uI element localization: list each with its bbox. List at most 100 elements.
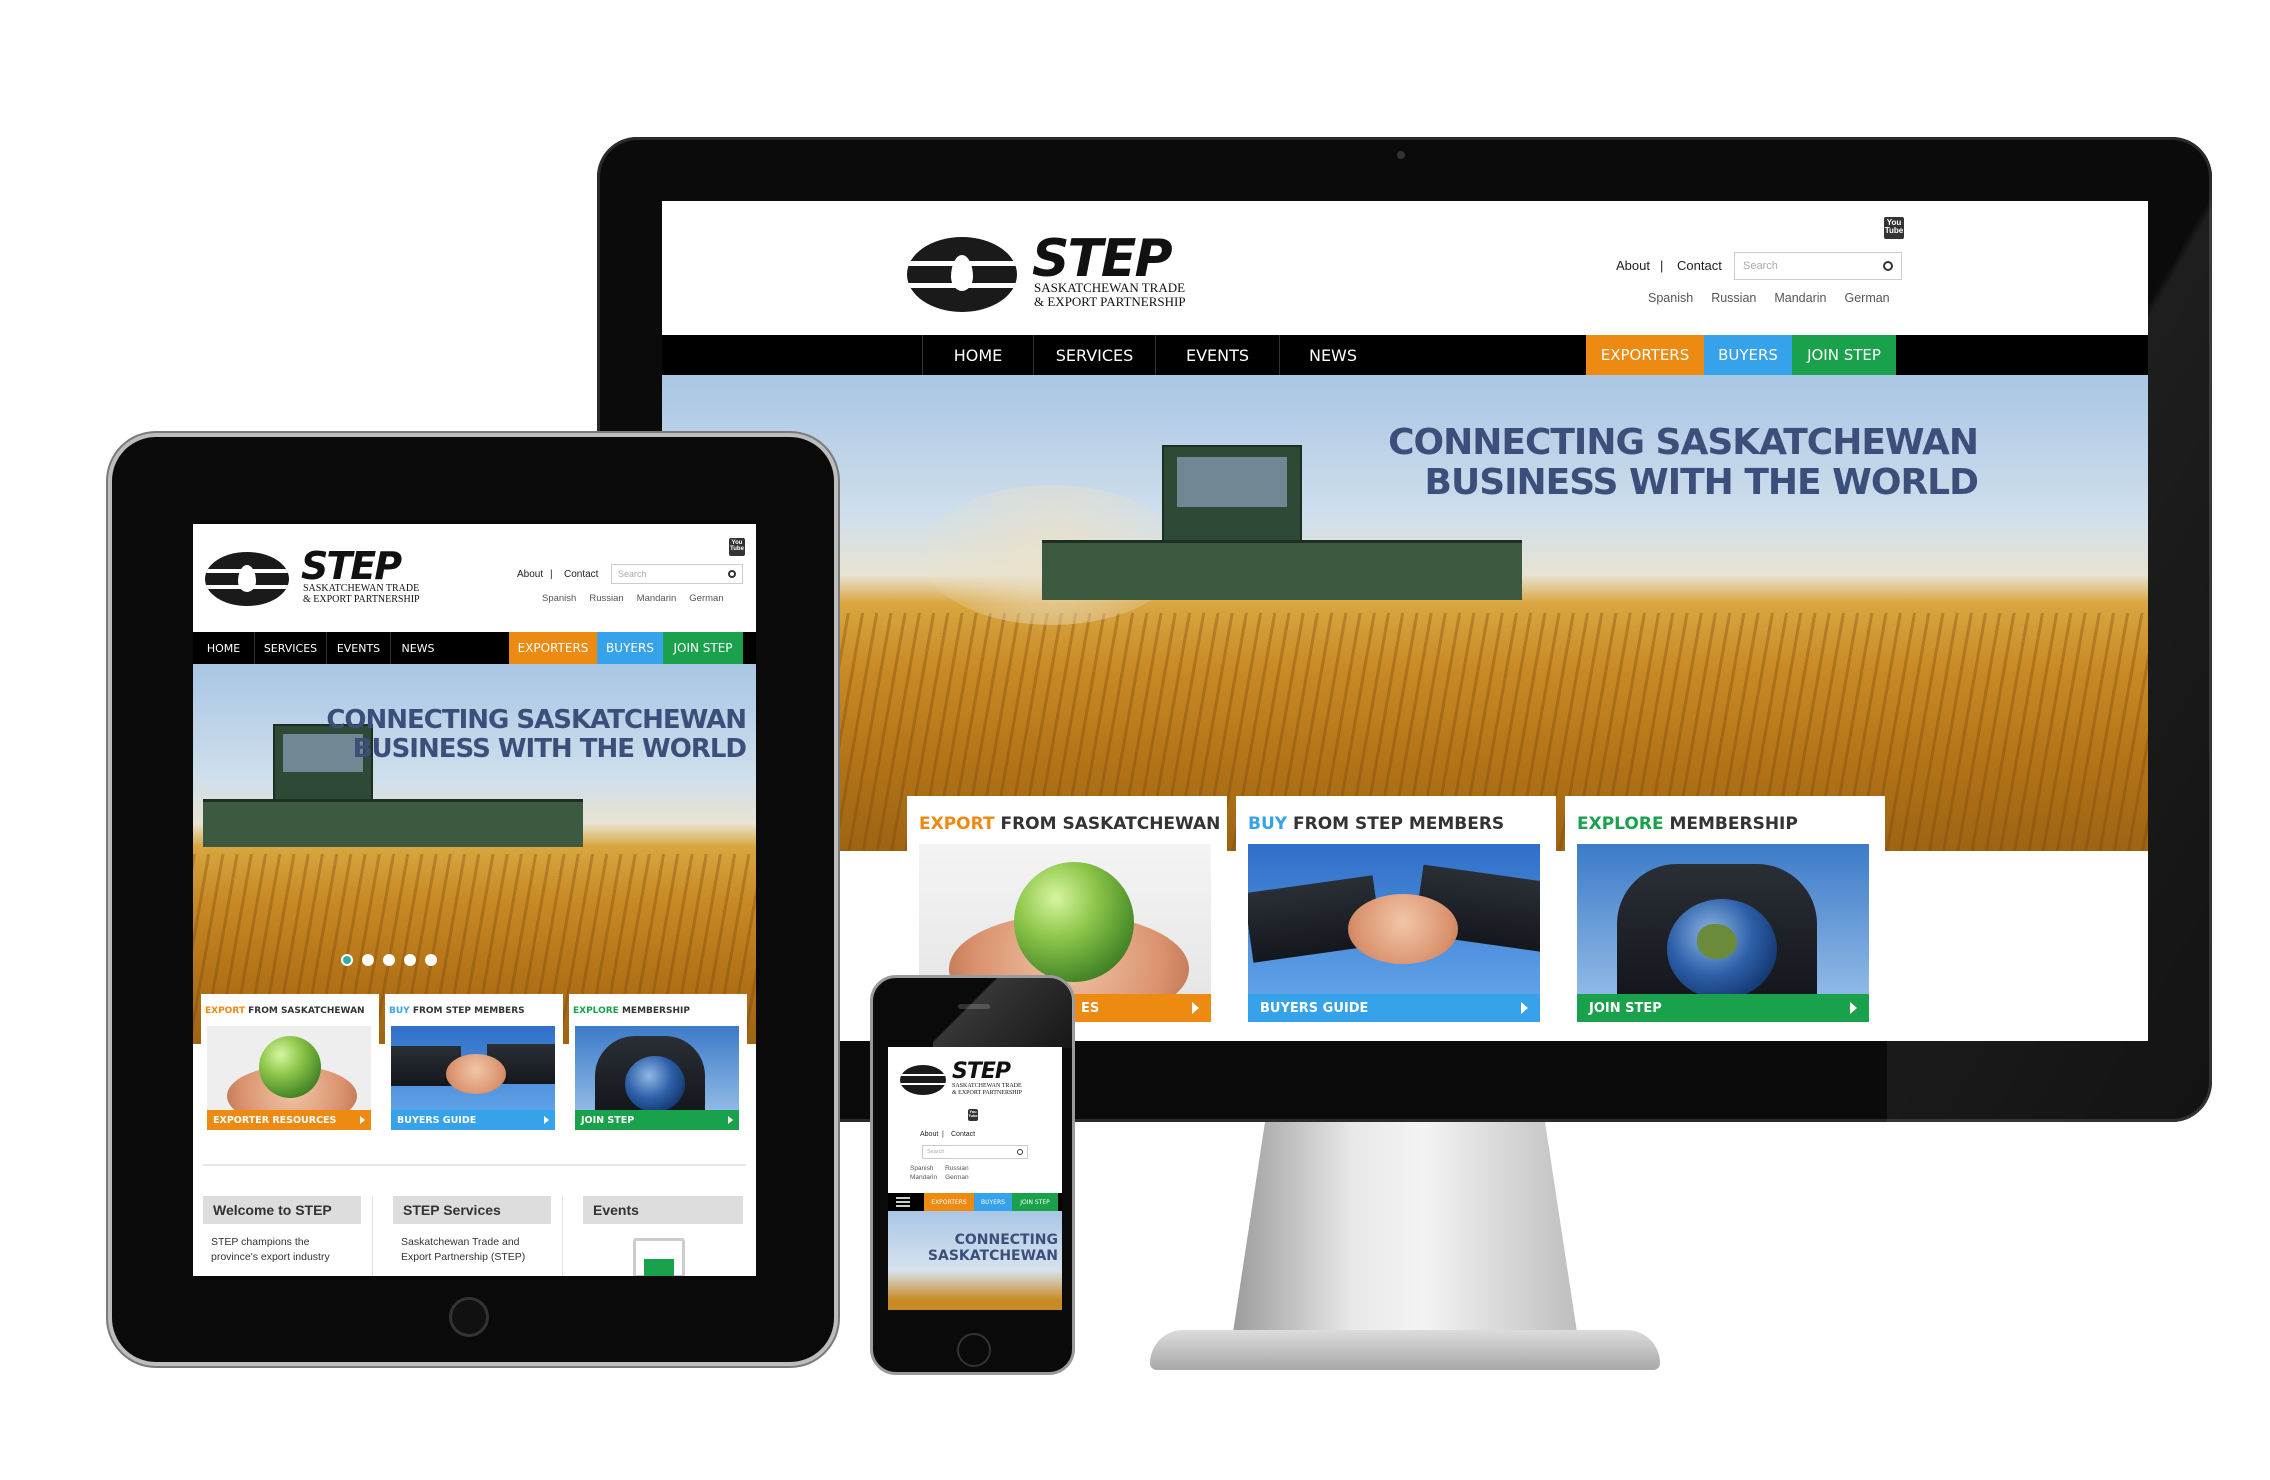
phone-lang-russian[interactable]: Russian	[945, 1165, 968, 1172]
youtube-icon[interactable]: You Tube	[1884, 217, 1904, 239]
phone-menu-icon[interactable]	[888, 1193, 918, 1211]
tablet-card-explore: EXPLORE MEMBERSHIP JOIN STEP	[569, 994, 747, 1144]
tablet-lang-spanish[interactable]: Spanish	[542, 593, 576, 604]
tablet-card-export-image[interactable]	[207, 1026, 371, 1110]
tablet-lang-german[interactable]: German	[689, 593, 723, 604]
tablet-youtube-icon[interactable]: You Tube	[729, 538, 745, 556]
tablet-nav-exporters[interactable]: EXPORTERS	[509, 632, 597, 671]
phone-home-button[interactable]	[957, 1333, 991, 1367]
tablet-card-export-button[interactable]: EXPORTER RESOURCES	[207, 1110, 371, 1130]
card-export-image[interactable]	[919, 844, 1211, 994]
tablet-youtube-tube: Tube	[730, 546, 744, 552]
tablet-card-explore-button-label: JOIN STEP	[581, 1114, 635, 1126]
phone-about-link[interactable]: About	[920, 1131, 938, 1138]
tablet-card-export-button-label: EXPORTER RESOURCES	[213, 1114, 337, 1126]
tablet-card-export-accent: EXPORT	[205, 1006, 245, 1016]
search-input[interactable]: Search	[1734, 252, 1902, 280]
tablet-logo-line-2: & EXPORT PARTNERSHIP	[303, 594, 420, 605]
phone-nav-exporters[interactable]: EXPORTERS	[924, 1193, 974, 1218]
slide-dot-3[interactable]	[383, 954, 395, 966]
tablet-nav-services[interactable]: SERVICES	[255, 632, 327, 664]
search-icon[interactable]	[1883, 261, 1893, 271]
tablet-section-services-text1: Saskatchewan Trade and	[401, 1236, 520, 1248]
tablet-about-link[interactable]: About	[517, 569, 543, 580]
logo-line-1: SASKATCHEWAN TRADE	[1034, 280, 1186, 295]
tablet-logo-icon[interactable]	[205, 552, 289, 606]
slide-dot-2[interactable]	[362, 954, 374, 966]
phone-logo-icon[interactable]	[900, 1065, 946, 1095]
nav-join-step[interactable]: JOIN STEP	[1792, 335, 1896, 382]
phone-contact-link[interactable]: Contact	[951, 1131, 975, 1138]
tablet-divider	[203, 1164, 746, 1166]
tablet-card-export-rest: FROM SASKATCHEWAN	[245, 1006, 365, 1016]
lang-spanish[interactable]: Spanish	[1648, 291, 1693, 305]
earth-globe-image	[1667, 899, 1777, 994]
contact-link[interactable]: Contact	[1677, 258, 1722, 273]
phone-youtube-tube: Tube	[968, 1113, 978, 1118]
nav-services[interactable]: SERVICES	[1034, 335, 1156, 375]
tablet-hero-line-1: CONNECTING SASKATCHEWAN	[326, 705, 747, 735]
tablet-separator: |	[550, 569, 553, 580]
lang-mandarin[interactable]: Mandarin	[1774, 291, 1826, 305]
card-buy-image[interactable]	[1248, 844, 1540, 994]
tablet-nav-buyers[interactable]: BUYERS	[597, 632, 663, 671]
slide-dot-5[interactable]	[425, 954, 437, 966]
phone-logo-line-2: & EXPORT PARTNERSHIP	[952, 1090, 1022, 1096]
card-explore-image[interactable]	[1577, 844, 1869, 994]
nav-exporters[interactable]: EXPORTERS	[1586, 335, 1704, 382]
phone-search-placeholder: Search	[927, 1149, 945, 1155]
desktop-nav: HOME SERVICES EVENTS NEWS	[662, 335, 2148, 375]
card-explore-rest: MEMBERSHIP	[1663, 814, 1798, 834]
tablet-card-explore-image[interactable]	[575, 1026, 739, 1110]
card-explore-accent: EXPLORE	[1577, 814, 1664, 834]
tablet-card-explore-accent: EXPLORE	[573, 1006, 619, 1016]
tablet-card-export: EXPORT FROM SASKATCHEWAN EXPORTER RESOUR…	[201, 994, 379, 1144]
lang-russian[interactable]: Russian	[1711, 291, 1756, 305]
tablet-lang-russian[interactable]: Russian	[589, 593, 623, 604]
tablet-nav-join-step[interactable]: JOIN STEP	[663, 632, 743, 671]
tablet-card-buy-rest: FROM STEP MEMBERS	[409, 1006, 525, 1016]
nav-buyers[interactable]: BUYERS	[1704, 335, 1792, 382]
slide-dot-4[interactable]	[404, 954, 416, 966]
youtube-tube: Tube	[1884, 226, 1904, 235]
tablet-card-buy-image[interactable]	[391, 1026, 555, 1110]
tablet-search-input[interactable]: Search	[611, 564, 743, 584]
tablet-search-icon[interactable]	[728, 570, 736, 578]
nav-events[interactable]: EVENTS	[1156, 335, 1280, 375]
lang-german[interactable]: German	[1844, 291, 1889, 305]
card-export-rest: FROM SASKATCHEWAN	[994, 814, 1221, 834]
tablet-contact-link[interactable]: Contact	[564, 569, 598, 580]
monitor-camera	[1397, 151, 1405, 159]
arrow-right-icon	[1521, 1002, 1528, 1014]
phone-separator: |	[942, 1131, 944, 1138]
phone-youtube-icon[interactable]: You Tube	[968, 1109, 978, 1121]
step-logo-icon[interactable]	[907, 237, 1017, 312]
phone-logo-line-1: SASKATCHEWAN TRADE	[952, 1083, 1022, 1089]
nav-news[interactable]: NEWS	[1280, 335, 1386, 375]
card-explore-button[interactable]: JOIN STEP	[1577, 994, 1869, 1022]
slide-dot-1[interactable]	[341, 954, 353, 966]
phone-hero-line-2: SASKATCHEWAN	[927, 1247, 1058, 1264]
handshake-image	[1348, 894, 1458, 964]
tablet-hero-image: CONNECTING SASKATCHEWAN BUSINESS WITH TH…	[193, 664, 756, 1044]
about-link[interactable]: About	[1616, 258, 1650, 273]
tablet-card-buy-button[interactable]: BUYERS GUIDE	[391, 1110, 555, 1130]
monitor-stand-base	[1150, 1330, 1660, 1370]
phone-search-icon[interactable]	[1017, 1149, 1023, 1155]
phone-nav-buyers[interactable]: BUYERS	[974, 1193, 1012, 1218]
phone-search-input[interactable]: Search	[922, 1145, 1028, 1159]
phone-glare	[933, 978, 1073, 1048]
tablet-nav-home[interactable]: HOME	[193, 632, 255, 664]
tablet-lang-mandarin[interactable]: Mandarin	[637, 593, 677, 604]
tablet-nav-events[interactable]: EVENTS	[327, 632, 391, 664]
tablet-nav-news[interactable]: NEWS	[391, 632, 445, 664]
tablet-card-explore-title: EXPLORE MEMBERSHIP	[573, 1006, 690, 1016]
tablet-card-explore-button[interactable]: JOIN STEP	[575, 1110, 739, 1130]
nav-home[interactable]: HOME	[922, 335, 1034, 375]
tablet-home-button[interactable]	[449, 1297, 489, 1337]
phone-lang-spanish[interactable]: Spanish	[910, 1165, 937, 1172]
phone-nav-join-step[interactable]: JOIN STEP	[1012, 1193, 1058, 1218]
phone-lang-mandarin[interactable]: Mandarin	[910, 1174, 937, 1181]
card-buy-button[interactable]: BUYERS GUIDE	[1248, 994, 1540, 1022]
phone-lang-german[interactable]: German	[945, 1174, 968, 1181]
